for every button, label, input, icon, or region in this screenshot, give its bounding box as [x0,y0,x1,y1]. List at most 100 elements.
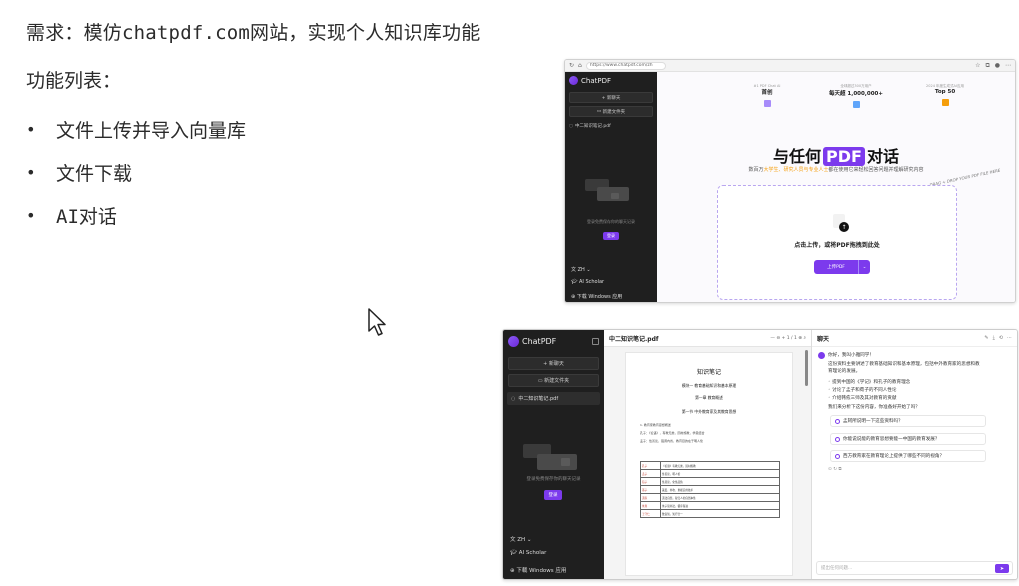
chat-point: ◦ 提到中国的《学记》和孔子的教育理念 [828,380,911,385]
sidebar-item-file[interactable]: ◌ 中二知识笔记.pdf [569,123,653,130]
upload-arrow-icon: ↑ [839,222,849,232]
login-button[interactable]: 登录 [603,232,619,240]
feature-item: • AI对话 [26,194,246,237]
feature-item-label: 文件上传并导入向量库 [56,120,247,142]
new-chat-button[interactable]: + 新聊天 [508,357,599,370]
home-icon[interactable]: ⌂ [578,62,582,69]
login-button[interactable]: 登录 [544,490,562,500]
award-icon [852,101,860,108]
pdf-file-name: 中二知识笔记.pdf [609,335,659,343]
suggested-question[interactable]: 西方教育家在教育理论上提供了哪些不同的视角？ [830,450,986,462]
chat-header: 聊天 ✎ ⤓ ⟲ ⋯ [812,330,1017,347]
extensions-icon[interactable]: ⧉ [985,62,989,69]
table-cell: 兼爱、非攻、重视实用技术 [660,485,780,494]
upload-pdf-button[interactable]: 上传PDF ⌄ [814,260,870,274]
suggested-question-text: 你能说说能的教育思想要能一中国的教育发展？ [843,437,940,442]
star-icon[interactable]: ☆ [975,62,980,69]
new-folder-button[interactable]: ▭ 新建文件夹 [569,106,653,117]
collapse-sidebar-icon[interactable] [592,338,599,345]
pdf-toolbar: 中二知识笔记.pdf — ⊖ + 1 / 1 ⊕ ⌕ [604,330,811,347]
language-label: ZH [517,537,526,543]
table-cell: 《论语》有教无类，因材施教 [660,461,780,470]
subtitle-highlight: 大学生、研究人员与专业人士 [763,167,829,173]
chat-panel: 聊天 ✎ ⤓ ⟲ ⋯ 你好，我叫小雅同学！ 这份资料主要讲述了教育基础知识和基本… [812,330,1017,579]
profile-icon[interactable]: ● [995,62,1000,69]
pdf-zoom-page-controls[interactable]: — ⊖ + 1 / 1 ⊕ ⌕ [770,335,806,341]
reset-icon[interactable]: ⟲ [999,335,1003,341]
table-row: 墨子 兼爱、非攻、重视实用技术 [640,485,780,494]
pdf-chip: PDF [823,147,865,166]
suggested-question[interactable]: 你能说说能的教育思想要能一中国的教育发展？ [830,433,986,445]
table-cell: 墨子 [640,485,661,494]
suggested-question-text: 西方教育家在教育理论上提供了哪些不同的视角？ [843,454,945,459]
chat-input[interactable]: 提出任何问题... ➤ [816,561,1013,575]
table-cell: 致良知，知行合一 [660,509,780,518]
award-badge: 2024 年度生成式AI应用 Top 50 [905,84,985,108]
chatpdf-logo-icon [569,76,578,85]
award-badge: 全球超过300万用户 每天超 1,000,000+ [816,84,896,108]
chat-point: ◦ 讨论了孟子和荀子的不同人性论 [828,388,897,393]
new-chat-button[interactable]: + 新聊天 [569,92,653,103]
subtitle-text: 都在使用它来轻松回答问题并理解研究内容 [828,167,924,173]
ai-scholar-label: AI Scholar [518,550,547,556]
login-hint: 登录免费保存你的聊天记录 [526,477,581,482]
table-row: 荀子 性恶论，化性起伪 [640,477,780,486]
table-cell: 朱子读书法，循序渐进 [660,501,780,510]
download-app-link[interactable]: ⊕ 下载 Windows 应用 [571,293,622,300]
brand-name: ChatPDF [522,337,557,346]
language-selector[interactable]: 文 ZH ⌄ [510,535,532,543]
hero-subtitle: 数百万大学生、研究人员与专业人士都在使用它来轻松回答问题并理解研究内容 [657,166,1015,173]
sidebar: ChatPDF + 新聊天 ▭ 新建文件夹 ◌ 中二知识笔记.pdf 登录免费保存… [503,330,604,579]
chat-intro: 育理论的发展。 [828,369,861,374]
pdf-scrollbar[interactable] [805,350,808,386]
new-folder-button[interactable]: ▭ 新建文件夹 [508,374,599,387]
download-icon[interactable]: ⤓ [993,335,995,341]
award-title: 每天超 1,000,000+ [829,91,883,97]
award-badge: #1 PDF Chat AI 首创 [727,84,807,108]
feature-item-label: 文件下载 [56,163,133,185]
more-icon[interactable]: ⋯ [1007,335,1012,341]
award-title: Top 50 [934,89,956,95]
language-selector[interactable]: 文 ZH ⌄ [571,266,591,273]
upload-dropzone[interactable]: ↑ 点击上传，或将PDF拖拽到此处 上传PDF ⌄ [717,185,957,300]
feature-item-label: AI对话 [56,206,117,228]
translate-icon: 文 [510,537,516,543]
chevron-down-icon[interactable]: ⌄ [858,260,870,274]
menu-icon[interactable]: ⋯ [1005,62,1011,69]
brand[interactable]: ChatPDF [565,72,657,89]
pdf-viewer: 中二知识笔记.pdf — ⊖ + 1 / 1 ⊕ ⌕ 知识笔记 模块一 教育基础… [604,330,812,579]
pdf-page-title: 知识笔记 [696,369,721,376]
download-app-label: 下载 Windows 应用 [516,568,567,574]
graduation-cap-icon: 🎓︎ [571,279,578,285]
sidebar-item-file[interactable]: ◌ 中二知识笔记.pdf [507,392,600,405]
download-app-link[interactable]: ⊕ 下载 Windows 应用 [510,566,566,574]
pdf-module-heading: 模块一 教育基础知识和基本原理 [681,383,737,388]
new-folder-label: 新建文件夹 [602,109,626,115]
feature-list-heading: 功能列表： [26,70,122,92]
refresh-icon[interactable]: ↻ [569,62,574,69]
table-row: 孔子 《论语》有教无类，因材施教 [640,461,780,470]
message-actions[interactable]: ⊙ ↻ ⧉ [828,466,842,472]
award-icon [941,99,949,106]
ai-scholar-link[interactable]: 🎓︎ AI Scholar [510,550,546,556]
bullet-icon: • [26,163,36,182]
brand[interactable]: ChatPDF [503,330,604,353]
send-button[interactable]: ➤ [995,564,1009,573]
chat-history-illustration [581,177,641,205]
suggested-question[interactable]: 孟轲所说明一下这些资料吗？ [830,415,986,427]
table-cell: 荀子 [640,477,661,486]
chat-input-placeholder: 提出任何问题... [821,566,853,571]
table-row: 道家 道法自然，复归人的自然本性 [640,493,780,502]
bot-avatar [818,352,825,359]
feature-item: • 文件上传并导入向量库 [26,108,246,151]
table-cell: 道法自然，复归人的自然本性 [660,493,780,502]
login-hint: 登录免费保存你的聊天记录 [587,219,635,224]
ai-scholar-link[interactable]: 🎓︎ AI Scholar [571,279,604,285]
chat-intro: 这份资料主要讲述了教育基础知识和基本原理，包括中外教育家的思想和教 [828,362,980,367]
chat-bubble-icon: ◌ [511,395,516,402]
pdf-section-heading: 第一节 中外教育家及其教育思想 [681,409,737,414]
address-bar[interactable]: https://www.chatpdf.com/zh [585,61,666,70]
edit-icon[interactable]: ✎ [984,335,988,341]
table-cell: 朱熹 [640,501,661,510]
file-name: 中二知识笔记.pdf [518,396,559,402]
